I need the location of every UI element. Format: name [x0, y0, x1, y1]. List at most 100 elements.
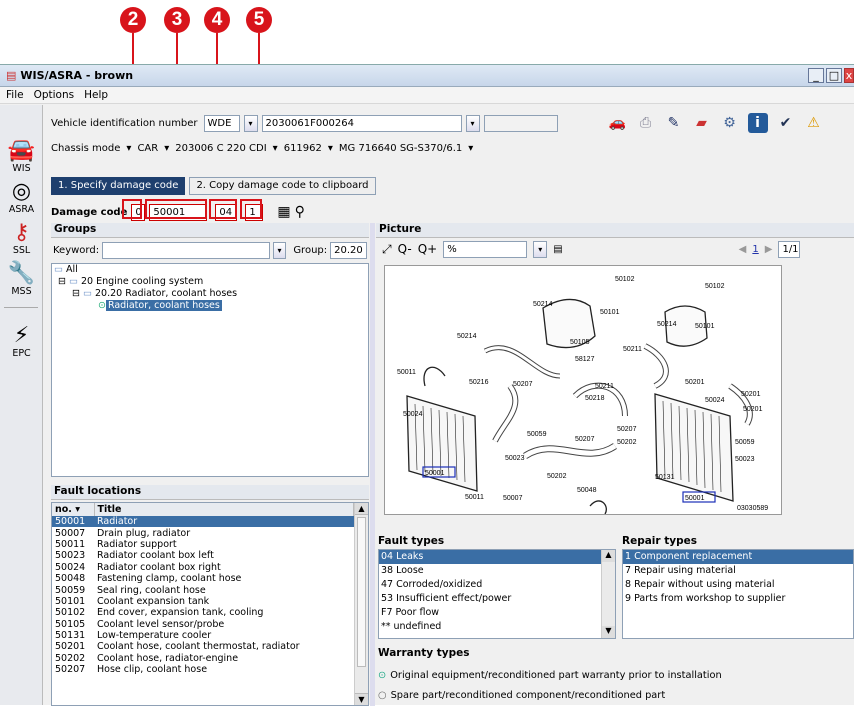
- fault-type-item[interactable]: F7 Poor flow: [379, 606, 615, 620]
- table-row[interactable]: 50202 Coolant hose, radiator-engine: [52, 653, 354, 664]
- vehicle-icon[interactable]: 🚗: [608, 113, 628, 133]
- table-row[interactable]: 50023 Radiator coolant box left: [52, 550, 354, 561]
- zoom-dropdown[interactable]: ▾: [533, 240, 548, 258]
- fault-types-scrollbar[interactable]: ▲ ▼: [601, 550, 615, 638]
- calculator-icon[interactable]: ▦: [277, 204, 290, 220]
- vin-number-dropdown[interactable]: ▾: [465, 114, 480, 132]
- chevron-down-icon[interactable]: ▾: [164, 143, 169, 154]
- diagram-label[interactable]: 50202: [547, 473, 567, 480]
- diagram-label[interactable]: 50059: [735, 439, 755, 446]
- diagram-label[interactable]: 58127: [575, 356, 595, 363]
- repair-type-item[interactable]: 7 Repair using material: [623, 564, 853, 578]
- scroll-down-icon[interactable]: ▼: [602, 626, 615, 638]
- table-row[interactable]: 50007 Drain plug, radiator: [52, 527, 354, 539]
- vin-prefix-field[interactable]: WDE: [203, 114, 240, 132]
- close-button[interactable]: x: [844, 68, 854, 83]
- diagram-label[interactable]: 50201: [741, 391, 761, 398]
- print-picture-icon[interactable]: ▤: [553, 244, 562, 255]
- vin-extra-field[interactable]: [483, 114, 558, 132]
- scroll-down-icon[interactable]: ▼: [355, 693, 368, 705]
- table-row[interactable]: 50011 Radiator support: [52, 539, 354, 550]
- diagram-label[interactable]: 50214: [657, 321, 677, 328]
- panel-splitter[interactable]: [370, 223, 375, 706]
- diagram-label[interactable]: 50007: [503, 495, 523, 502]
- pen-icon[interactable]: ✎: [664, 113, 684, 133]
- tree-icon[interactable]: ⚲: [295, 204, 305, 220]
- table-row[interactable]: 50207 Hose clip, coolant hose: [52, 664, 354, 675]
- next-page-icon[interactable]: ▶: [765, 244, 773, 255]
- fit-icon[interactable]: ⤢: [382, 242, 392, 257]
- diagram-label[interactable]: 50214: [457, 333, 477, 340]
- nav-wis[interactable]: 🚘 WIS: [0, 133, 43, 175]
- maximize-button[interactable]: □: [826, 68, 842, 83]
- table-row[interactable]: 50105 Coolant level sensor/probe: [52, 619, 354, 630]
- diagram-label[interactable]: 50102: [705, 283, 725, 290]
- prev-page-icon[interactable]: ◀: [739, 244, 747, 255]
- tab-specify-damage-code[interactable]: 1. Specify damage code: [51, 177, 186, 195]
- diagram-label[interactable]: 50202: [617, 439, 637, 446]
- zoom-in-icon[interactable]: Q+: [418, 242, 438, 256]
- warranty-option-2[interactable]: ○ Spare part/reconditioned component/rec…: [378, 685, 854, 705]
- col-no[interactable]: no. ▾: [52, 503, 95, 516]
- diagram-label[interactable]: 50201: [685, 379, 705, 386]
- table-row[interactable]: 50001 Radiator: [52, 516, 354, 528]
- repair-type-item[interactable]: 9 Parts from workshop to supplier: [623, 592, 853, 606]
- col-title[interactable]: Title: [94, 503, 354, 516]
- diagram-label[interactable]: 50101: [600, 309, 620, 316]
- diagram-label[interactable]: 50102: [615, 276, 635, 283]
- zoom-field[interactable]: %: [443, 240, 528, 258]
- table-row[interactable]: 50102 End cover, expansion tank, cooling: [52, 607, 354, 618]
- table-row[interactable]: 50048 Fastening clamp, coolant hose: [52, 573, 354, 584]
- fault-type-item[interactable]: 38 Loose: [379, 564, 615, 578]
- printer-icon[interactable]: ⎙: [636, 113, 656, 133]
- chassis-crumb-3[interactable]: 611962: [284, 143, 322, 154]
- check-icon[interactable]: ✔: [776, 113, 796, 133]
- table-row[interactable]: 50059 Seal ring, coolant hose: [52, 584, 354, 596]
- warranty-option-1[interactable]: ⊙ Original equipment/reconditioned part …: [378, 665, 854, 685]
- diagram-label[interactable]: 50218: [585, 395, 605, 402]
- diagram-label[interactable]: 03030589: [737, 505, 768, 512]
- minimize-button[interactable]: _: [808, 68, 824, 83]
- nav-epc[interactable]: ⚡ EPC: [0, 318, 43, 360]
- diagram-label[interactable]: 50105: [570, 339, 590, 346]
- fault-type-item[interactable]: 04 Leaks: [379, 550, 615, 564]
- menu-file[interactable]: File: [6, 89, 24, 101]
- table-row[interactable]: 50201 Coolant hose, coolant thermostat, r…: [52, 641, 354, 652]
- diagram-label[interactable]: 50214: [533, 301, 553, 308]
- collapse-icon[interactable]: ⊟: [72, 288, 80, 299]
- chassis-crumb-4[interactable]: MG 716640 SG-S370/6.1: [339, 143, 462, 154]
- vin-number-field[interactable]: 2030061F000264: [261, 114, 462, 132]
- chassis-crumb-2[interactable]: 203006 C 220 CDI: [175, 143, 266, 154]
- chevron-down-icon[interactable]: ▾: [273, 143, 278, 154]
- fault-type-item[interactable]: ** undefined: [379, 620, 615, 634]
- scroll-up-icon[interactable]: ▲: [602, 550, 615, 562]
- repair-type-item[interactable]: 8 Repair without using material: [623, 578, 853, 592]
- diagram-label[interactable]: 50023: [505, 455, 525, 462]
- diagram-label[interactable]: 50211: [595, 383, 614, 390]
- diagram-label[interactable]: 50059: [527, 431, 547, 438]
- table-row[interactable]: 50101 Coolant expansion tank: [52, 596, 354, 607]
- tab-copy-damage-code[interactable]: 2. Copy damage code to clipboard: [189, 177, 376, 195]
- menu-help[interactable]: Help: [84, 89, 108, 101]
- collapse-icon[interactable]: ⊟: [58, 276, 66, 287]
- diagram-label[interactable]: 50131: [655, 474, 675, 481]
- diagram-label[interactable]: 50211: [623, 346, 642, 353]
- diagram-label[interactable]: 50216: [469, 379, 489, 386]
- diagram-label[interactable]: 50101: [695, 323, 715, 330]
- diagram-label[interactable]: 50048: [577, 487, 597, 494]
- zoom-out-icon[interactable]: Q-: [398, 242, 412, 256]
- info-icon[interactable]: i: [747, 113, 768, 133]
- tree-leaf-radiator[interactable]: ⊙ Radiator, coolant hoses: [52, 300, 368, 312]
- settings-icon[interactable]: ⚙: [720, 113, 740, 133]
- diagram-label[interactable]: 50207: [617, 426, 637, 433]
- radio-selected-icon[interactable]: ⊙: [378, 670, 386, 681]
- diagram-label[interactable]: 50011: [465, 494, 484, 501]
- chevron-down-icon[interactable]: ▾: [468, 143, 473, 154]
- diagram-label[interactable]: 50207: [575, 436, 595, 443]
- repair-type-item[interactable]: 1 Component replacement: [623, 550, 853, 564]
- page-link[interactable]: 1: [752, 244, 758, 255]
- keyword-dropdown[interactable]: ▾: [272, 242, 287, 259]
- table-row[interactable]: 50024 Radiator coolant box right: [52, 562, 354, 573]
- diagram-label[interactable]: 50201: [743, 406, 763, 413]
- diagram-label[interactable]: 50023: [735, 456, 755, 463]
